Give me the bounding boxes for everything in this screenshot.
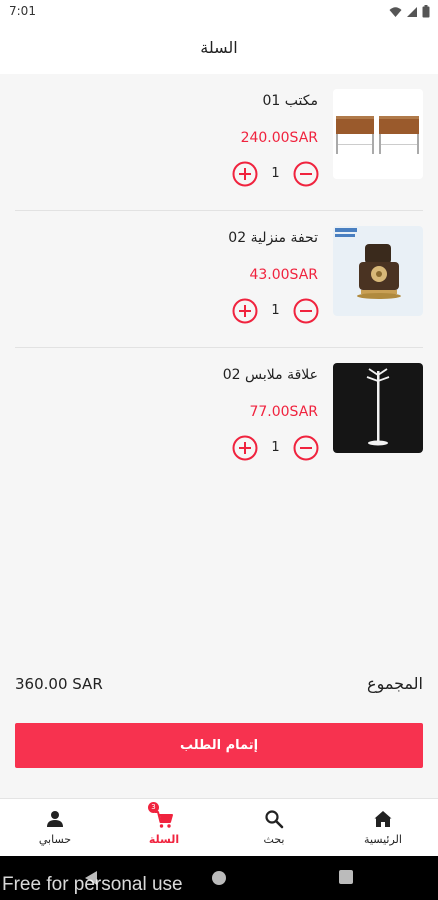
nav-item-account[interactable]: حسابي xyxy=(15,799,95,857)
increase-quantity-button[interactable] xyxy=(232,161,258,187)
product-name[interactable]: مكتب 01 xyxy=(263,93,318,109)
product-image-hanger[interactable] xyxy=(333,363,423,453)
cart-item: تحفة منزلية 02 43.00SAR 1 xyxy=(0,211,438,347)
decrease-quantity-button[interactable] xyxy=(293,435,319,461)
nav-label-home: الرئيسية xyxy=(364,833,402,846)
home-button-icon[interactable] xyxy=(211,870,227,886)
product-price: 240.00SAR xyxy=(240,130,318,146)
checkout-button[interactable]: إتمام الطلب xyxy=(15,723,423,768)
battery-icon xyxy=(422,5,430,18)
product-image-ornament[interactable] xyxy=(333,226,423,316)
status-bar: 7:01 xyxy=(0,0,438,24)
nav-item-cart[interactable]: 3 السلة xyxy=(124,799,204,857)
total-label: المجموع xyxy=(367,674,423,693)
nav-label-cart: السلة xyxy=(148,833,180,846)
increase-quantity-button[interactable] xyxy=(232,435,258,461)
quantity-value: 1 xyxy=(271,166,280,181)
recents-icon[interactable] xyxy=(339,870,353,884)
page-title: السلة xyxy=(200,38,238,57)
home-icon xyxy=(374,811,392,827)
status-time: 7:01 xyxy=(9,4,36,18)
cart-icon xyxy=(155,811,173,828)
wifi-icon xyxy=(389,6,402,17)
decrease-quantity-button[interactable] xyxy=(293,161,319,187)
app-bar: السلة xyxy=(0,24,438,74)
nav-item-search[interactable]: بحث xyxy=(234,799,314,857)
cart-item: علاقة ملابس 02 77.00SAR 1 xyxy=(0,348,438,484)
total-amount: 360.00 SAR xyxy=(15,675,103,693)
quantity-stepper: 1 xyxy=(232,161,319,187)
bottom-navigation: الرئيسية بحث 3 السلة حسابي xyxy=(0,798,438,856)
increase-quantity-button[interactable] xyxy=(232,298,258,324)
quantity-stepper: 1 xyxy=(232,298,319,324)
nav-label-account: حسابي xyxy=(38,833,72,846)
search-icon xyxy=(265,810,284,829)
cart-item: مكتب 01 240.00SAR 1 xyxy=(0,74,438,210)
quantity-value: 1 xyxy=(271,303,280,318)
status-icons xyxy=(389,5,430,18)
nav-item-home[interactable]: الرئيسية xyxy=(343,799,423,857)
product-name[interactable]: تحفة منزلية 02 xyxy=(228,230,318,246)
product-image-desk[interactable] xyxy=(333,89,423,179)
cart-count-badge: 3 xyxy=(148,802,159,813)
quantity-value: 1 xyxy=(271,440,280,455)
product-name[interactable]: علاقة ملابس 02 xyxy=(223,367,318,383)
person-icon xyxy=(47,811,63,827)
nav-label-search: بحث xyxy=(263,833,285,846)
decrease-quantity-button[interactable] xyxy=(293,298,319,324)
signal-icon xyxy=(407,6,417,17)
quantity-stepper: 1 xyxy=(232,435,319,461)
product-price: 43.00SAR xyxy=(249,267,318,283)
watermark-text: Free for personal use xyxy=(2,874,183,895)
product-price: 77.00SAR xyxy=(249,404,318,420)
